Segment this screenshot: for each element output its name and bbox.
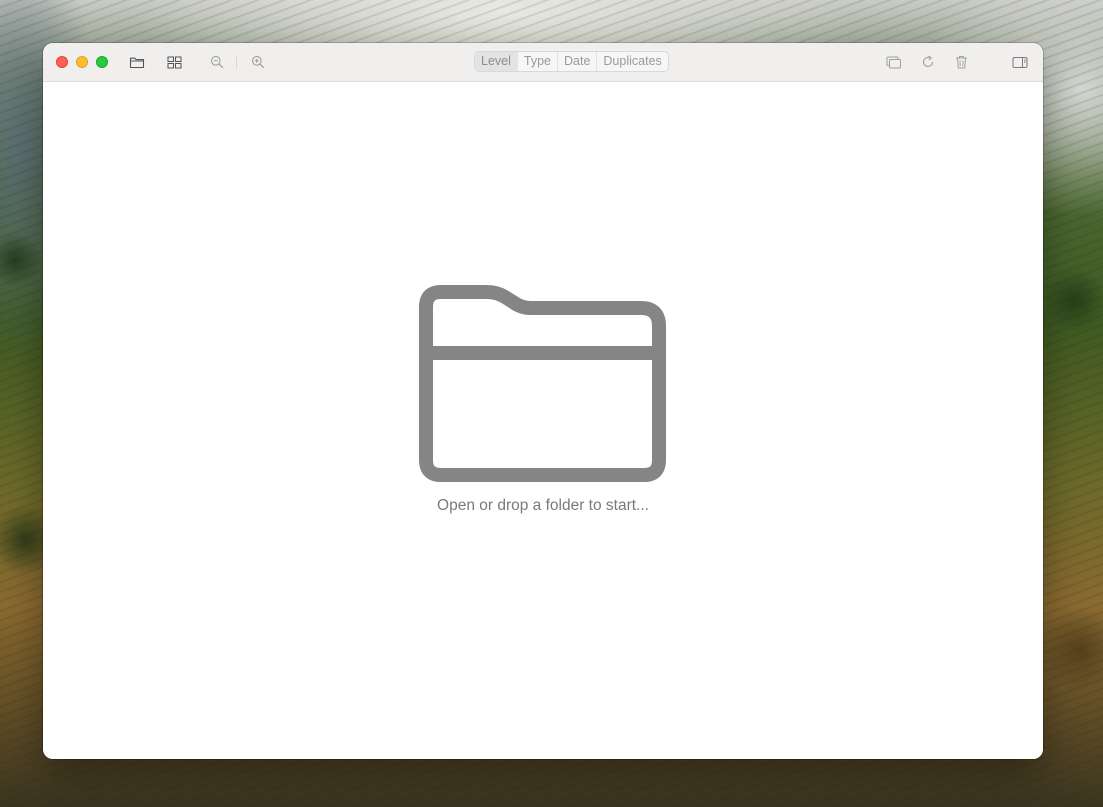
grid-view-button[interactable] bbox=[163, 52, 185, 72]
folder-icon bbox=[129, 57, 145, 68]
zoom-out-button[interactable] bbox=[206, 52, 228, 72]
minimize-button[interactable] bbox=[76, 56, 88, 68]
zoom-in-icon bbox=[252, 56, 265, 69]
close-button[interactable] bbox=[56, 56, 68, 68]
delete-button[interactable] bbox=[950, 52, 972, 72]
tab-type[interactable]: Type bbox=[518, 52, 558, 71]
refresh-button[interactable] bbox=[917, 52, 939, 72]
tab-level[interactable]: Level bbox=[475, 52, 518, 71]
folder-icon bbox=[419, 285, 666, 482]
copy-button[interactable] bbox=[883, 52, 905, 72]
zoom-out-icon bbox=[211, 56, 224, 69]
empty-state-message: Open or drop a folder to start... bbox=[437, 497, 649, 514]
grid-icon bbox=[167, 56, 181, 68]
zoom-in-button[interactable] bbox=[247, 52, 269, 72]
refresh-icon bbox=[922, 55, 934, 68]
sidebar-icon bbox=[1012, 56, 1028, 68]
tab-date[interactable]: Date bbox=[558, 52, 598, 71]
toggle-sidebar-button[interactable] bbox=[1009, 52, 1031, 72]
main-content[interactable]: Open or drop a folder to start... bbox=[43, 82, 1043, 759]
open-folder-button[interactable] bbox=[126, 52, 148, 72]
tab-duplicates[interactable]: Duplicates bbox=[597, 52, 667, 71]
toolbar-divider bbox=[236, 55, 237, 69]
trash-icon bbox=[955, 56, 967, 69]
sort-segmented-control: Level Type Date Duplicates bbox=[474, 51, 669, 72]
copy-icon bbox=[886, 56, 901, 68]
app-window: Level Type Date Duplicates Open or drop … bbox=[43, 43, 1043, 759]
zoom-button[interactable] bbox=[96, 56, 108, 68]
toolbar: Level Type Date Duplicates bbox=[43, 43, 1043, 82]
